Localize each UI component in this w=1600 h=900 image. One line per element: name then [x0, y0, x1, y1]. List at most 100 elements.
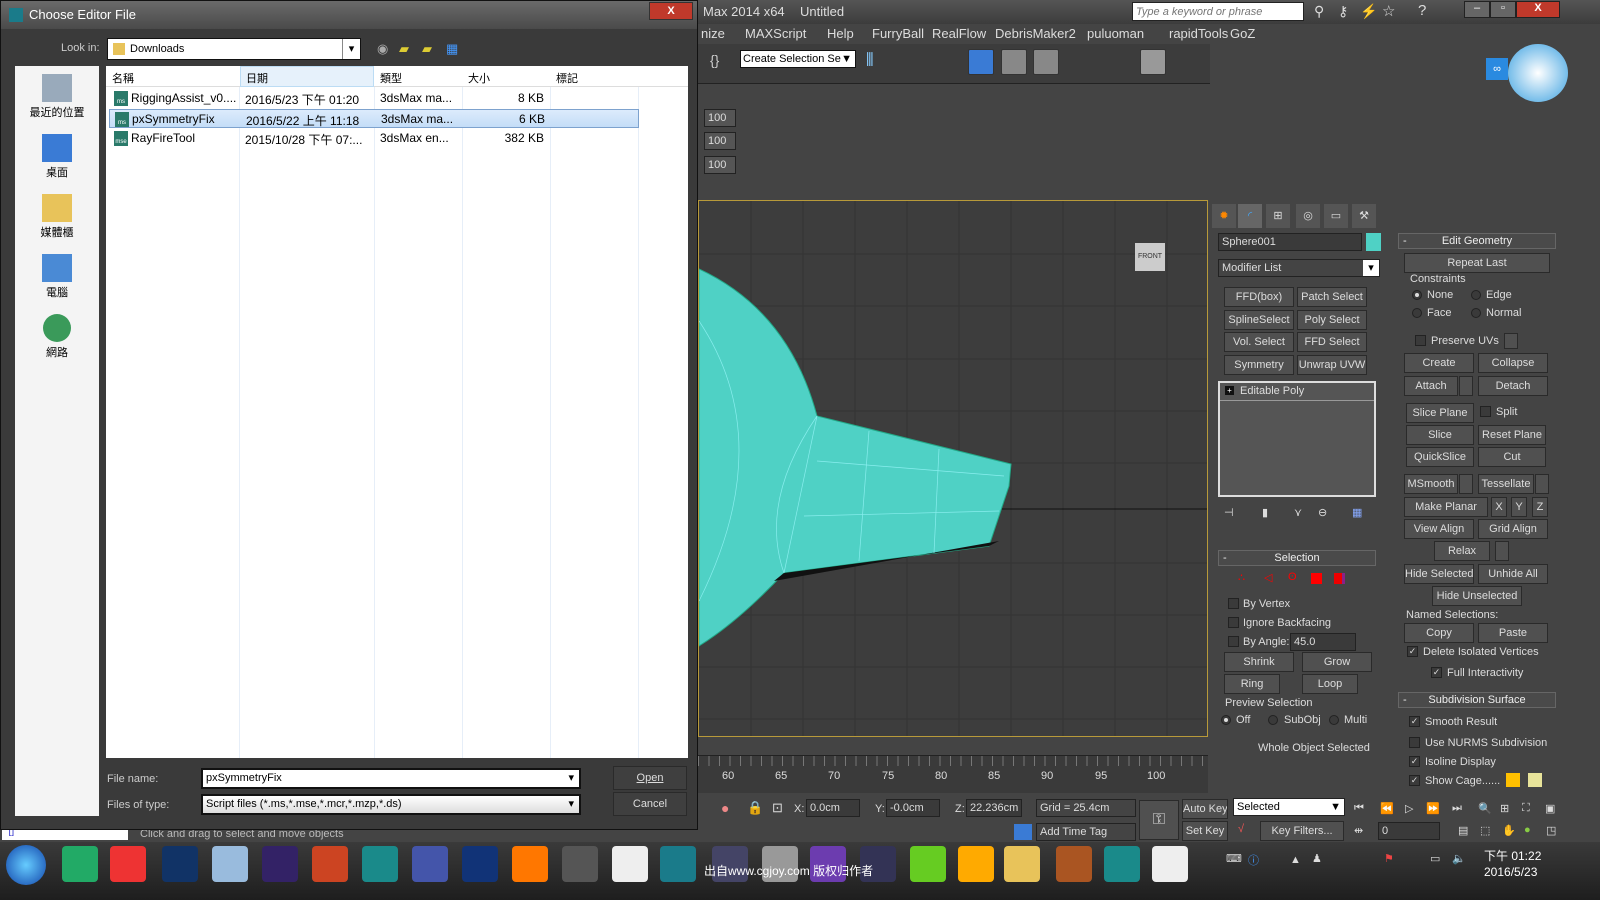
- preview-multi-radio[interactable]: [1329, 715, 1339, 725]
- subdivision-rollout-header[interactable]: - Subdivision Surface: [1398, 692, 1556, 708]
- tab-modify[interactable]: ◜: [1238, 204, 1262, 228]
- y-coordinate-field[interactable]: -0.0cm: [886, 799, 940, 817]
- taskbar-app-mudbox-icon[interactable]: [312, 846, 348, 882]
- look-in-dropdown[interactable]: Downloads ▾: [107, 38, 361, 60]
- vertex-mode-icon[interactable]: ∴: [1238, 571, 1245, 584]
- tab-display[interactable]: ▭: [1324, 204, 1348, 228]
- key-mode-dropdown[interactable]: Selected ▼: [1233, 798, 1345, 816]
- constraint-face-radio[interactable]: [1412, 308, 1422, 318]
- up-folder-icon[interactable]: ▰: [399, 41, 409, 57]
- maximize-viewport-icon[interactable]: ◳: [1546, 824, 1556, 837]
- zoom-extents-all-icon[interactable]: ▣: [1545, 802, 1555, 815]
- start-button[interactable]: [6, 845, 46, 885]
- pin-stack-icon[interactable]: ⊣: [1224, 506, 1234, 519]
- curve-editor-icon[interactable]: [1001, 49, 1027, 75]
- isolate-icon[interactable]: ●: [721, 800, 729, 816]
- taskbar-app-task-manager-icon[interactable]: [62, 846, 98, 882]
- show-end-result-icon[interactable]: ▮: [1262, 506, 1268, 519]
- modifier-button[interactable]: SplineSelect: [1224, 310, 1294, 330]
- help-search-input[interactable]: [1132, 2, 1304, 21]
- grid-align-button[interactable]: Grid Align: [1478, 519, 1548, 539]
- taskbar-app-painter-icon[interactable]: [1056, 846, 1092, 882]
- repeat-last-button[interactable]: Repeat Last: [1404, 253, 1550, 273]
- mirror-icon[interactable]: ⫴: [866, 50, 892, 76]
- keyboard-icon[interactable]: ⌨: [1226, 852, 1242, 865]
- file-row[interactable]: mse RayFireTool 2015/10/28 下午 07:... 3ds…: [109, 129, 639, 148]
- unhide-all-button[interactable]: Unhide All: [1478, 564, 1548, 584]
- taskbar-app-maya-icon[interactable]: [362, 846, 398, 882]
- constraint-none-radio[interactable]: [1412, 290, 1422, 300]
- viewport-front[interactable]: FRONT: [698, 200, 1208, 737]
- use-nurms-checkbox[interactable]: [1409, 737, 1420, 748]
- dialog-close-button[interactable]: X: [649, 2, 693, 20]
- modifier-button[interactable]: Patch Select: [1297, 287, 1367, 307]
- orbit-icon[interactable]: ●: [1524, 824, 1531, 836]
- menu-item[interactable]: MAXScript: [745, 26, 806, 41]
- key-icon[interactable]: ⚷: [1338, 3, 1348, 20]
- timeline-ruler[interactable]: 60 65 70 75 80 85 90 95 100: [698, 755, 1208, 793]
- taskbar-app-explorer-icon[interactable]: [1004, 846, 1040, 882]
- spinner-field[interactable]: 100: [704, 109, 736, 127]
- add-time-tag-field[interactable]: Add Time Tag: [1036, 823, 1136, 841]
- relax-button[interactable]: Relax: [1434, 541, 1490, 561]
- column-tags[interactable]: 標記: [556, 70, 578, 86]
- cancel-button[interactable]: Cancel: [613, 792, 687, 816]
- modifier-button[interactable]: Vol. Select: [1224, 332, 1294, 352]
- create-button[interactable]: Create: [1404, 353, 1474, 373]
- set-key-button[interactable]: Set Key: [1182, 821, 1228, 841]
- current-frame-field[interactable]: 0: [1378, 822, 1440, 840]
- copy-button[interactable]: Copy: [1404, 623, 1474, 643]
- rendered-frame-icon[interactable]: [1140, 49, 1166, 75]
- menu-item[interactable]: Help: [827, 26, 854, 41]
- goto-end-icon[interactable]: ⏭: [1452, 802, 1462, 815]
- menu-item[interactable]: GoZ: [1230, 26, 1255, 41]
- satellite-icon[interactable]: ⚡: [1360, 3, 1377, 20]
- preserve-uvs-checkbox[interactable]: [1415, 335, 1426, 346]
- binoculars-icon[interactable]: ⚲: [1314, 3, 1324, 20]
- menu-item[interactable]: FurryBall: [872, 26, 924, 41]
- taskbar-app-photoshop-icon[interactable]: [162, 846, 198, 882]
- taskbar-app-after-effects-icon[interactable]: [262, 846, 298, 882]
- align-icon[interactable]: [898, 50, 924, 76]
- taskbar-app-premiere-icon[interactable]: [462, 846, 498, 882]
- constraint-normal-radio[interactable]: [1471, 308, 1481, 318]
- relax-settings-button[interactable]: [1495, 541, 1509, 561]
- menu-item[interactable]: DebrisMaker2: [995, 26, 1076, 41]
- place-network[interactable]: 網路: [15, 312, 99, 366]
- next-frame-icon[interactable]: ⏩: [1426, 802, 1440, 815]
- render-icon[interactable]: [1172, 49, 1198, 75]
- place-recent[interactable]: 最近的位置: [15, 72, 99, 126]
- planar-z-button[interactable]: Z: [1532, 497, 1548, 517]
- cut-button[interactable]: Cut: [1478, 447, 1546, 467]
- ignore-backfacing-checkbox[interactable]: [1228, 617, 1239, 628]
- view-menu-icon[interactable]: ▦: [446, 41, 458, 57]
- tessellate-button[interactable]: Tessellate: [1478, 474, 1534, 494]
- tab-hierarchy[interactable]: ⊞: [1266, 204, 1290, 228]
- modifier-button[interactable]: FFD Select: [1297, 332, 1367, 352]
- taskbar-app-motionbuilder-icon[interactable]: [1104, 846, 1140, 882]
- edge-mode-icon[interactable]: ◁: [1264, 571, 1272, 584]
- schematic-view-icon[interactable]: [1033, 49, 1059, 75]
- place-desktop[interactable]: 桌面: [15, 132, 99, 186]
- attach-settings-button[interactable]: [1459, 376, 1473, 396]
- shrink-button[interactable]: Shrink: [1224, 652, 1294, 672]
- key-tangent-icon[interactable]: √: [1238, 823, 1244, 835]
- help-icon[interactable]: ?: [1418, 2, 1426, 19]
- ring-button[interactable]: Ring: [1224, 674, 1280, 694]
- cage-selected-color-swatch[interactable]: [1528, 773, 1542, 787]
- star-icon[interactable]: ☆: [1382, 2, 1395, 20]
- volume-icon[interactable]: 🔈: [1452, 852, 1466, 865]
- flag-icon[interactable]: ⚑: [1384, 852, 1394, 865]
- network-tray-icon[interactable]: ▭: [1430, 852, 1440, 865]
- angle-spinner[interactable]: 45.0: [1290, 633, 1356, 651]
- slice-plane-button[interactable]: Slice Plane: [1406, 403, 1474, 423]
- viewcube[interactable]: FRONT: [1135, 243, 1165, 271]
- msmooth-settings-button[interactable]: [1459, 474, 1473, 494]
- modifier-button[interactable]: Symmetry: [1224, 355, 1294, 375]
- view-align-button[interactable]: View Align: [1404, 519, 1474, 539]
- show-hidden-icons[interactable]: ▲: [1290, 854, 1301, 866]
- loop-button[interactable]: Loop: [1302, 674, 1358, 694]
- hide-selected-button[interactable]: Hide Selected: [1404, 564, 1474, 584]
- make-unique-icon[interactable]: ⋎: [1294, 506, 1302, 519]
- element-mode-icon[interactable]: [1334, 573, 1345, 584]
